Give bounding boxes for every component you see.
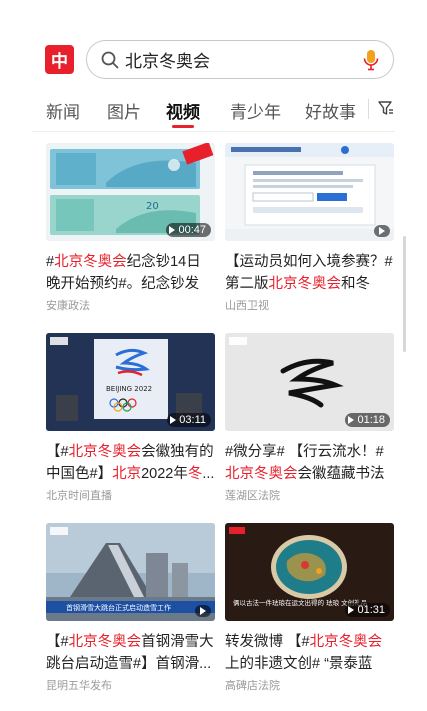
play-icon: [200, 607, 206, 615]
video-source: 高碑店法院: [225, 680, 280, 692]
play-button[interactable]: [374, 225, 390, 237]
video-title[interactable]: 【#北京冬奥会首钢滑雪大跳台启动造雪#】首钢滑...: [46, 631, 215, 675]
tab-divider: [368, 99, 369, 119]
video-source: 昆明五华发布: [46, 680, 112, 692]
video-card[interactable]: 俩以古法一件珐琅在运文出得的 珐琅 文创礼品 01:31 转发微博 【#北京冬奥…: [225, 523, 394, 693]
video-card[interactable]: BEIJING 2022 03:11 【#北京冬奥会会徽独有的中国色#】北京20…: [46, 333, 215, 503]
play-icon: [169, 226, 176, 234]
search-query: 北京冬奥会: [125, 52, 210, 71]
play-icon: [348, 606, 355, 614]
svg-text:BEIJING 2022: BEIJING 2022: [106, 385, 152, 393]
svg-text:20: 20: [146, 201, 159, 212]
tab-news[interactable]: 新闻: [46, 98, 80, 123]
video-source: 山西卫视: [225, 300, 269, 312]
video-card[interactable]: 01:18 #微分享# 【行云流水！#北京冬奥会会徽蕴藏书法之... 莲湖区法院: [225, 333, 394, 503]
video-title[interactable]: 【#北京冬奥会会徽独有的中国色#】北京2022年冬...: [46, 441, 215, 485]
tab-images[interactable]: 图片: [107, 98, 141, 123]
active-tab-indicator: [172, 125, 194, 128]
video-title[interactable]: #微分享# 【行云流水！#北京冬奥会会徽蕴藏书法之...: [225, 441, 394, 485]
video-card[interactable]: 【运动员如何入境参赛？#第二版北京冬奥会和冬残... 山西卫视: [225, 143, 394, 313]
app-logo[interactable]: 中: [45, 45, 74, 74]
svg-text:首钢滑雪大跳台正式启动造雪工作: 首钢滑雪大跳台正式启动造雪工作: [66, 603, 171, 612]
video-thumbnail[interactable]: 20 00:47: [46, 143, 215, 241]
play-icon: [170, 416, 177, 424]
duration-badge: 03:11: [167, 413, 211, 427]
video-thumbnail[interactable]: 01:18: [225, 333, 394, 431]
search-icon: [101, 51, 119, 68]
scrollbar[interactable]: [403, 236, 406, 352]
webpage-screenshot-image: [225, 143, 394, 241]
ski-jump-image: 首钢滑雪大跳台正式启动造雪工作: [46, 523, 215, 621]
category-tabs: 新闻 图片 视频 青少年 好故事: [0, 95, 427, 131]
tab-youth[interactable]: 青少年: [230, 98, 281, 123]
video-thumbnail[interactable]: BEIJING 2022 03:11: [46, 333, 215, 431]
video-source: 莲湖区法院: [225, 490, 280, 502]
play-button[interactable]: [195, 605, 211, 617]
video-thumbnail[interactable]: 俩以古法一件珐琅在运文出得的 珐琅 文创礼品 01:31: [225, 523, 394, 621]
duration-badge: 00:47: [166, 223, 211, 237]
video-thumbnail[interactable]: 首钢滑雪大跳台正式启动造雪工作: [46, 523, 215, 621]
microphone-icon[interactable]: [363, 49, 379, 71]
video-title[interactable]: #北京冬奥会纪念钞14日晚开始预约#。纪念钞发行...: [46, 251, 215, 295]
header: 中 北京冬奥会: [0, 0, 427, 90]
video-source: 北京时间直播: [46, 490, 112, 502]
tabs-divider-line: [32, 131, 395, 132]
video-card[interactable]: 20 00:47 #北京冬奥会纪念钞14日晚开始预约#。纪念钞发行... 安康政…: [46, 143, 215, 313]
duration-badge: 01:18: [345, 413, 390, 427]
video-title[interactable]: 【运动员如何入境参赛？#第二版北京冬奥会和冬残...: [225, 251, 394, 295]
video-title[interactable]: 转发微博 【#北京冬奥会上的非遗文创# “景泰蓝和...: [225, 631, 394, 675]
video-source: 安康政法: [46, 300, 90, 312]
duration-badge: 01:31: [345, 603, 390, 617]
search-bar[interactable]: 北京冬奥会: [86, 40, 394, 79]
tab-video[interactable]: 视频: [166, 98, 200, 123]
tab-good-stories[interactable]: 好故事: [305, 98, 356, 123]
play-icon: [348, 416, 355, 424]
filter-icon[interactable]: [378, 100, 394, 116]
play-icon: [379, 227, 385, 235]
video-thumbnail[interactable]: [225, 143, 394, 241]
video-card[interactable]: 首钢滑雪大跳台正式启动造雪工作 【#北京冬奥会首钢滑雪大跳台启动造雪#】首钢滑.…: [46, 523, 215, 693]
